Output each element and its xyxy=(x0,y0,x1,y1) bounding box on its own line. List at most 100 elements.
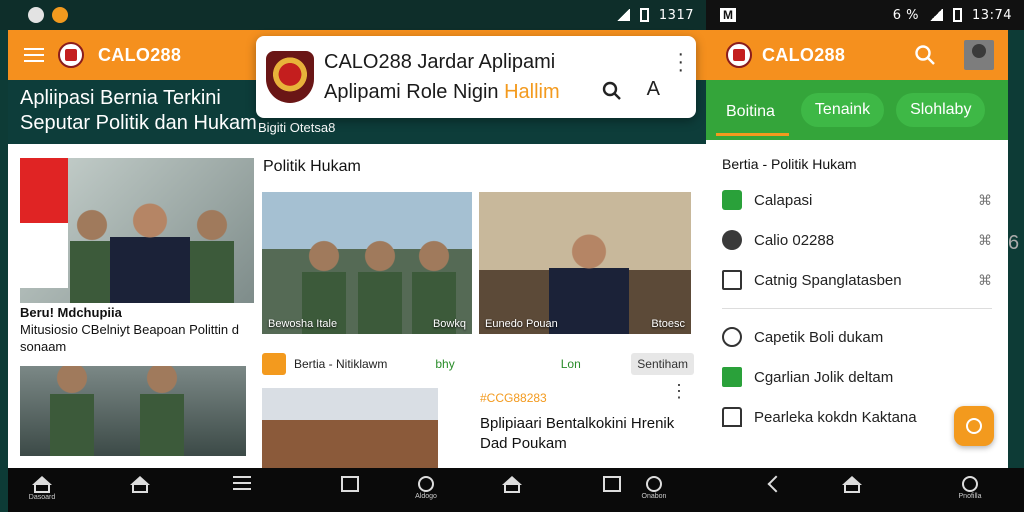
featured-article-desc: Mitusiosio CBelniyt Beapoan Polittin d s… xyxy=(20,322,239,354)
home-icon xyxy=(502,476,522,485)
nav-recents[interactable] xyxy=(592,476,632,492)
chat-icon xyxy=(722,327,742,347)
news-image-1[interactable]: Bewosha Itale Bowkq xyxy=(262,192,472,334)
share-icon[interactable]: ⌘ xyxy=(978,232,992,249)
nav-map[interactable] xyxy=(330,476,370,492)
soldier-figure xyxy=(358,234,402,334)
crowd-image[interactable] xyxy=(262,388,438,468)
officer-figure xyxy=(140,366,184,456)
battery-icon xyxy=(953,8,963,22)
share-icon[interactable]: ⌘ xyxy=(978,272,992,289)
list-item-label: Capetik Boli dukam xyxy=(754,328,884,346)
more-options-icon[interactable]: ⋮ xyxy=(670,382,688,400)
recents-icon xyxy=(603,476,621,492)
sentiment-chip[interactable]: Sentiham xyxy=(631,353,694,375)
dot-icon xyxy=(722,230,742,250)
nav-back[interactable] xyxy=(756,475,796,493)
list-item[interactable]: Cgarlian Jolik deltam xyxy=(706,357,1008,397)
house-icon xyxy=(722,407,742,427)
circle-icon xyxy=(646,476,662,492)
list-icon xyxy=(233,476,251,490)
nav-home-right[interactable] xyxy=(832,476,872,493)
list-item[interactable]: Capetik Boli dukam xyxy=(706,317,1008,357)
popup-highlight: Hallim xyxy=(504,81,560,103)
nav-circle[interactable]: Onabon xyxy=(634,476,674,500)
list-item-label: Calapasi xyxy=(754,191,813,209)
guard-figure xyxy=(70,203,114,303)
assistant-icon xyxy=(966,418,982,434)
category-new: bhy xyxy=(435,357,455,371)
home-icon xyxy=(842,476,862,485)
popup-brand: CALO288 xyxy=(324,51,412,73)
more-options-icon[interactable]: · · · xyxy=(677,44,684,80)
list-item-label: Pearleka kokdn Kaktana xyxy=(754,408,917,426)
category-row[interactable]: Bertia - Nitiklawm bhy Lon Sentiham xyxy=(262,349,694,379)
list-item[interactable]: Calapasi ⌘ xyxy=(706,180,1008,220)
news-image-1-caption: Bewosha Itale xyxy=(268,318,338,330)
status-time: 1317 xyxy=(658,7,694,23)
speaker-figure xyxy=(549,224,629,334)
nav-android-home[interactable] xyxy=(492,476,532,493)
news-image-2-caption: Eunedo Pouan xyxy=(485,318,558,330)
featured-article-image[interactable] xyxy=(20,158,254,303)
tab-slohlaby[interactable]: Slohlaby xyxy=(896,93,986,127)
avatar[interactable] xyxy=(964,40,994,70)
text-size-icon[interactable]: A xyxy=(647,78,660,101)
brand-logo: CALO288 xyxy=(98,44,182,65)
category-icon xyxy=(262,353,286,375)
featured-article-title: Beru! Mdchupiia xyxy=(20,305,122,320)
list-item-label: Catnig Spanglatasben xyxy=(754,271,902,289)
floating-action-button[interactable] xyxy=(954,406,994,446)
officer-figure xyxy=(50,366,94,456)
list-item-label: Calio 02288 xyxy=(754,231,835,249)
notification-popup[interactable]: CALO288 Jardar Aplipami Aplipami Role Ni… xyxy=(256,36,696,118)
status-bar-right: M 6 % 13:74 xyxy=(706,0,1024,30)
nav-profile-right-label: Pnofilla xyxy=(958,493,982,500)
status-time: 13:74 xyxy=(972,7,1012,23)
nav-home[interactable]: Dasoard xyxy=(22,476,62,501)
nav-home-label: Dasoard xyxy=(28,494,56,501)
list-item[interactable]: Catnig Spanglatasben ⌘ xyxy=(706,260,1008,300)
flag-graphic xyxy=(20,158,68,288)
tab-bar: Boitina Tenaink Slohlaby xyxy=(706,80,1008,140)
check-icon xyxy=(722,190,742,210)
official-figure xyxy=(110,193,190,303)
clipboard-icon xyxy=(722,270,742,290)
share-icon[interactable]: ⌘ xyxy=(978,192,992,209)
navigation-bar: Dasoard Aldogo Onabon Pnofilla xyxy=(8,468,1024,512)
featured-article-caption[interactable]: Beru! Mdchupiia Mitusiosio CBelniyt Beap… xyxy=(20,304,256,355)
category-lon: Lon xyxy=(560,357,581,371)
battery-icon xyxy=(639,8,649,22)
menu-icon[interactable] xyxy=(24,48,44,62)
tab-boitina[interactable]: Boitina xyxy=(716,95,789,136)
nav-menu[interactable] xyxy=(222,476,262,490)
category-title: Bertia - Nitiklawm xyxy=(294,357,388,371)
emblem-icon xyxy=(58,42,84,68)
article-card[interactable]: #CCG88283 Bplipiaari Bentalkokini Hrenik… xyxy=(480,382,688,468)
app-bar: CALO288 xyxy=(706,30,1008,80)
status-signal-text: 6 % xyxy=(892,7,920,23)
nav-home-outline[interactable] xyxy=(120,476,160,493)
edge-character: 6 xyxy=(1008,232,1020,254)
emblem-icon xyxy=(726,42,752,68)
news-image-2-tag: Btoesc xyxy=(651,318,685,330)
popup-text: CALO288 Jardar Aplipami Aplipami Role Ni… xyxy=(324,47,560,107)
home-outline-icon xyxy=(130,476,150,485)
popup-line2: Aplipami Role Nigin xyxy=(324,81,499,103)
list-item[interactable]: Calio 02288 ⌘ xyxy=(706,220,1008,260)
status-badge: M xyxy=(720,8,736,22)
news-image-2[interactable]: Eunedo Pouan Btoesc xyxy=(479,192,691,334)
secondary-article-image[interactable] xyxy=(20,366,246,456)
right-phone: CALO288 Boitina Tenaink Slohlaby Bertia … xyxy=(706,30,1008,468)
nav-profile-right[interactable]: Pnofilla xyxy=(950,476,990,500)
home-icon xyxy=(32,476,52,485)
nav-profile[interactable]: Aldogo xyxy=(406,476,446,500)
profile-icon xyxy=(962,476,978,492)
tab-tenaink[interactable]: Tenaink xyxy=(800,93,885,127)
list-item-label: Cgarlian Jolik deltam xyxy=(754,368,894,386)
brand-logo: CALO288 xyxy=(762,44,846,65)
search-icon[interactable] xyxy=(602,81,622,101)
notification-icon xyxy=(52,7,68,23)
building-icon xyxy=(722,367,742,387)
search-icon[interactable] xyxy=(914,44,936,66)
